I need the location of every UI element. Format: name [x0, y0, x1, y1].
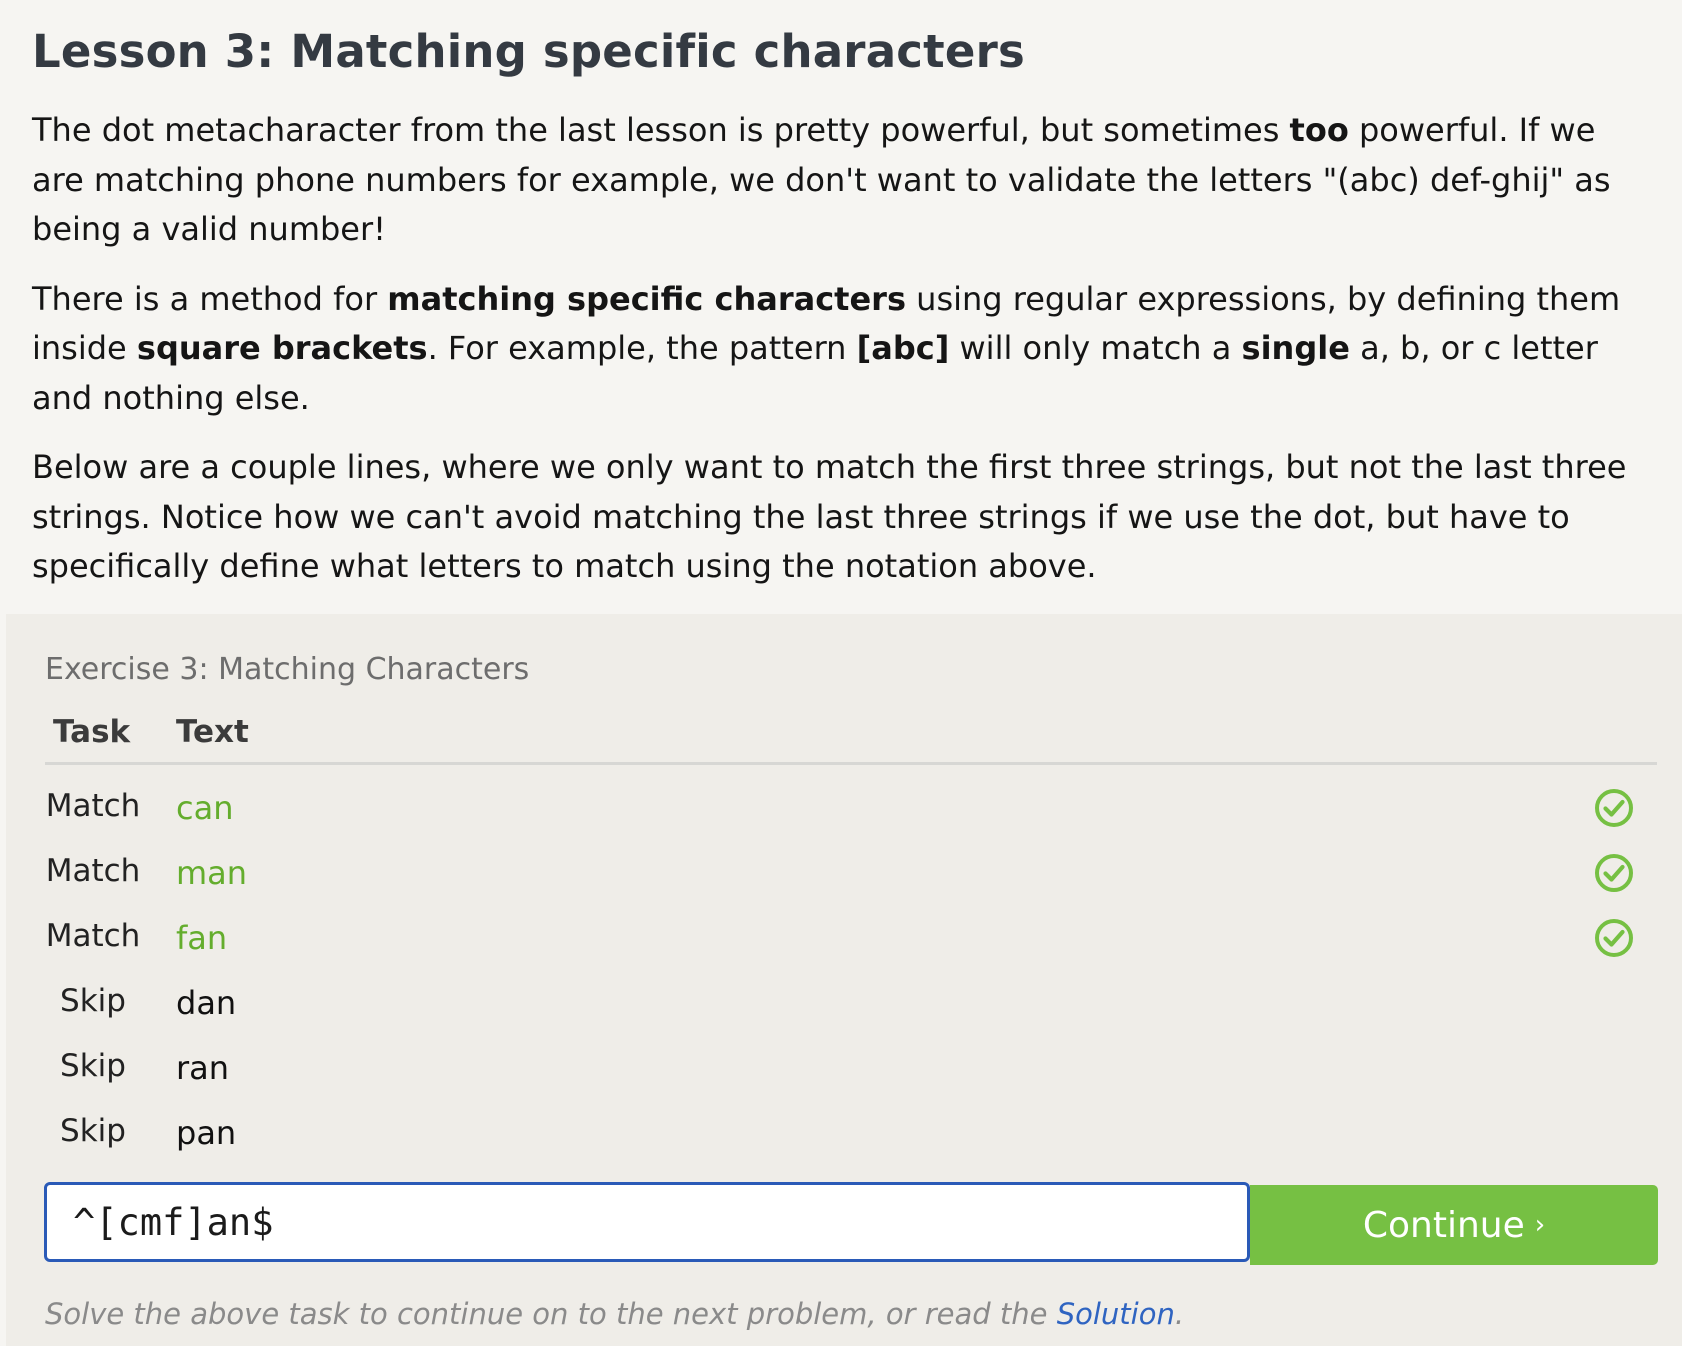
continue-button[interactable]: Continue › — [1250, 1185, 1658, 1265]
paragraph-text: There is a method for — [32, 279, 388, 318]
paragraph-text: will only match a — [949, 329, 1242, 367]
page: Lesson 3: Matching specific characters T… — [0, 0, 1682, 1346]
task-row: Skip ran — [6, 1046, 1682, 1106]
task-row: Match fan — [6, 916, 1682, 976]
task-text: ran — [176, 1049, 230, 1087]
task-text: pan — [176, 1114, 237, 1152]
chevron-right-icon: › — [1534, 1210, 1546, 1240]
task-row: Match can — [6, 786, 1682, 846]
task-label: Match — [45, 853, 141, 889]
paragraph-text: . For example, the pattern — [427, 329, 857, 367]
task-label: Skip — [60, 983, 126, 1019]
lesson-paragraph-1: The dot metacharacter from the last less… — [32, 106, 1652, 255]
lesson-paragraph-2: There is a method for matching specific … — [32, 275, 1652, 424]
task-label: Skip — [60, 1048, 126, 1084]
footnote-period: . — [1174, 1297, 1185, 1331]
check-icon — [1595, 854, 1633, 892]
exercise-panel: Exercise 3: Matching Characters Task Tex… — [6, 614, 1682, 1346]
emphasis-text: too — [1289, 111, 1349, 149]
paragraph-text: The dot metacharacter from the last less… — [32, 111, 1290, 149]
column-header-text: Text — [176, 714, 249, 750]
emphasis-text: matching specific characters — [387, 279, 906, 318]
task-label: Skip — [60, 1113, 126, 1149]
task-text: fan — [176, 919, 228, 957]
emphasis-text: single — [1241, 329, 1350, 367]
regex-input[interactable] — [73, 1195, 1213, 1249]
lesson-title: Lesson 3: Matching specific characters — [32, 25, 1025, 78]
continue-label: Continue — [1362, 1205, 1525, 1246]
task-label: Match — [45, 918, 141, 954]
emphasis-text: square brackets — [136, 329, 428, 367]
lesson-paragraph-3: Below are a couple lines, where we only … — [32, 448, 1627, 585]
exercise-title: Exercise 3: Matching Characters — [45, 652, 530, 687]
header-divider — [45, 762, 1657, 765]
task-text: can — [176, 789, 234, 827]
footnote-text: Solve the above task to continue on to t… — [45, 1297, 1057, 1331]
task-row: Skip dan — [6, 981, 1682, 1041]
solution-link[interactable]: Solution — [1057, 1297, 1175, 1331]
lesson-content: Lesson 3: Matching specific characters T… — [32, 0, 1652, 592]
footnote: Solve the above task to continue on to t… — [45, 1294, 1184, 1334]
check-icon — [1595, 789, 1633, 827]
task-text: dan — [176, 984, 237, 1022]
check-icon — [1595, 919, 1633, 957]
task-row: Match man — [6, 851, 1682, 911]
task-label: Match — [45, 788, 141, 824]
task-row: Skip pan — [6, 1111, 1682, 1171]
emphasis-text: [abc] — [856, 329, 950, 367]
regex-input-wrapper — [44, 1182, 1250, 1262]
column-header-task: Task — [53, 714, 131, 750]
task-text: man — [176, 854, 248, 892]
